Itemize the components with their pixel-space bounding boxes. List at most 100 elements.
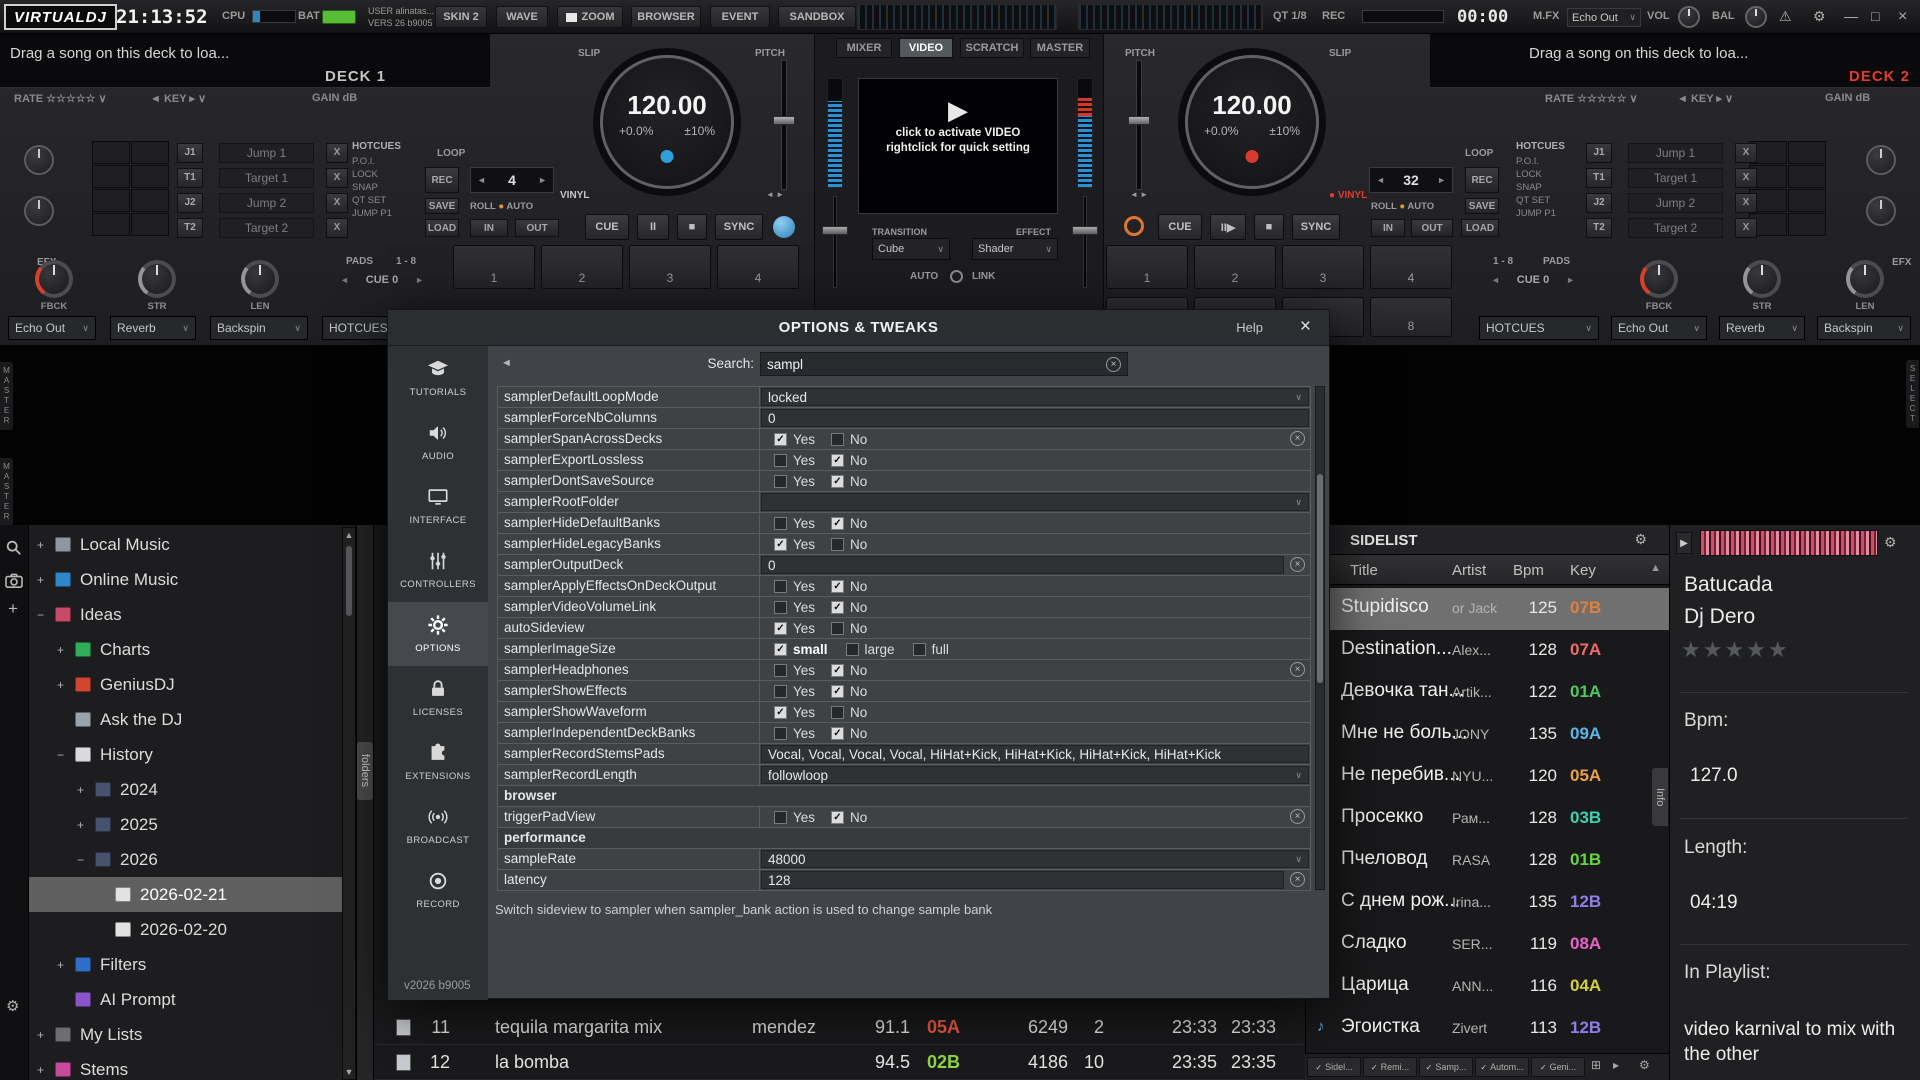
dialog-nav-extensions[interactable]: EXTENSIONS [388, 730, 488, 794]
hotcue-option-snap[interactable]: SNAP [1516, 181, 1580, 194]
playlist-row[interactable]: 12la bomba94.502B41861023:3523:35 [374, 1045, 1305, 1080]
expand-toggle[interactable]: + [37, 573, 51, 587]
add-icon[interactable]: + [8, 599, 18, 619]
checkbox-icon[interactable] [913, 643, 926, 656]
option-dropdown[interactable]: followloop∨ [761, 766, 1309, 784]
checkbox-icon[interactable] [774, 811, 787, 824]
fx-knob-str[interactable] [1743, 260, 1781, 298]
pad-assign-cell[interactable] [1788, 165, 1826, 188]
deck1-filter-knob[interactable] [24, 145, 54, 175]
hotcue-option-jump-p1[interactable]: JUMP P1 [1516, 207, 1580, 220]
tree-item-2024[interactable]: +2024 [29, 772, 356, 807]
tree-item-filters[interactable]: +Filters [29, 947, 356, 982]
maximize-button[interactable]: □ [1871, 8, 1879, 24]
back-arrow-icon[interactable]: ◄ [501, 357, 512, 369]
deck1-pad-page[interactable]: ◄CUE 0► [340, 274, 424, 286]
deck2-pitch-handle[interactable] [1128, 116, 1150, 125]
scroll-up-icon[interactable]: ▲ [343, 530, 355, 540]
no-label[interactable]: No [850, 579, 867, 594]
dialog-nav-audio[interactable]: AUDIO [388, 410, 488, 474]
sidelist-row[interactable]: ♪ЭгоисткаZivert11312B [1305, 1008, 1669, 1050]
fx-slot-select-backspin[interactable]: Backspin∨ [1817, 316, 1911, 340]
option-dropdown[interactable]: locked∨ [761, 388, 1309, 406]
jump-id-button[interactable]: J1 [177, 143, 203, 163]
checkbox-icon[interactable] [774, 664, 787, 677]
master-tab-1[interactable]: MASTER [0, 362, 13, 430]
tree-item-ai-prompt[interactable]: AI Prompt [29, 982, 356, 1017]
deck2-key-control[interactable]: ◄ KEY ▸ ∨ [1677, 92, 1733, 105]
tab-video[interactable]: VIDEO [899, 38, 953, 58]
jump-clear-button[interactable]: X [1735, 193, 1757, 213]
reset-option-icon[interactable]: × [1290, 431, 1305, 446]
jump-id-button[interactable]: J1 [1586, 143, 1612, 163]
fx-knob-str[interactable] [138, 260, 176, 298]
scroll-down-icon[interactable]: ▼ [343, 1067, 355, 1077]
info-tab[interactable]: Info [1652, 768, 1668, 826]
yes-label[interactable]: Yes [793, 684, 825, 699]
pad-assign-cell[interactable] [131, 165, 169, 188]
pad-button-1[interactable]: 1 [1106, 245, 1188, 289]
deck1-pads-range[interactable]: 1 - 8 [396, 256, 416, 267]
no-label[interactable]: No [850, 474, 867, 489]
no-label[interactable]: No [850, 663, 867, 678]
nav-wave[interactable]: WAVE [496, 6, 548, 28]
track-waveform-thumb[interactable] [1700, 530, 1878, 556]
deck2-volume-fader[interactable] [1083, 196, 1087, 288]
waveform-preview-2[interactable] [1078, 4, 1263, 30]
col-artist[interactable]: Artist [1452, 562, 1486, 579]
sidelist-row[interactable]: ЦарицаANN...11604A [1305, 966, 1669, 1008]
pad-assign-cell[interactable] [1788, 213, 1826, 236]
option-small[interactable]: small [793, 642, 828, 657]
fx-knob-fbck[interactable] [35, 260, 73, 298]
pad-assign-cell[interactable] [92, 189, 130, 212]
jump-clear-button[interactable]: X [326, 168, 348, 188]
close-button[interactable]: × [1898, 8, 1907, 26]
master-volume-knob[interactable] [1678, 6, 1700, 28]
tab-master[interactable]: MASTER [1030, 38, 1090, 58]
no-label[interactable]: No [850, 453, 867, 468]
yes-label[interactable]: Yes [793, 621, 825, 636]
jump-clear-button[interactable]: X [1735, 218, 1757, 238]
search-icon[interactable] [5, 539, 23, 560]
option-large[interactable]: large [865, 642, 895, 657]
link-toggle[interactable]: LINK [972, 271, 995, 282]
option-dropdown[interactable]: 48000∨ [761, 850, 1309, 868]
sidelist-row[interactable]: СладкоSER...11908A [1305, 924, 1669, 966]
option-textfield[interactable]: 0 [761, 409, 1309, 427]
search-input[interactable]: sampl × [760, 352, 1128, 376]
pad-button-3[interactable]: 3 [1282, 245, 1364, 289]
sidelist-row[interactable]: Stupidiscoor Jack12507B [1305, 588, 1669, 630]
loop-inc-icon[interactable]: ► [1437, 175, 1446, 185]
deck1-pause-button[interactable]: II [637, 214, 669, 240]
playlist-row[interactable]: 11tequila margarita mixmendez91.105A6249… [374, 1010, 1305, 1045]
tab-mixer[interactable]: MIXER [836, 38, 892, 58]
sidelist-row[interactable]: ПчеловодRASA12801B [1305, 840, 1669, 882]
preview-play-icon[interactable]: ▶ [1676, 532, 1692, 554]
deck2-slip-button[interactable]: SLIP [1329, 48, 1351, 59]
deck2-loop-in[interactable]: IN [1371, 219, 1405, 237]
checkbox-icon[interactable] [774, 727, 787, 740]
footer-tab-samp[interactable]: ✓Samp... [1419, 1057, 1473, 1077]
checkbox-icon[interactable]: ✓ [831, 685, 844, 698]
deck1-pitch-slider[interactable] [781, 60, 787, 190]
jump-id-button[interactable]: T1 [1586, 168, 1612, 188]
tab-scratch[interactable]: SCRATCH [960, 38, 1024, 58]
tree-item-2026-02-21[interactable]: 2026-02-21 [29, 877, 356, 912]
deck2-sync-button[interactable]: SYNC [1292, 214, 1340, 240]
checkbox-icon[interactable]: ✓ [831, 517, 844, 530]
fx-knob-fbck[interactable] [1640, 260, 1678, 298]
deck2-loop-out[interactable]: OUT [1411, 219, 1453, 237]
checkbox-icon[interactable]: ✓ [774, 706, 787, 719]
yes-label[interactable]: Yes [793, 432, 825, 447]
video-preview[interactable]: ▶ click to activate VIDEO rightclick for… [858, 78, 1058, 214]
pad-assign-cell[interactable] [131, 213, 169, 236]
pad-button-8[interactable]: 8 [1370, 297, 1452, 337]
hotcue-option-lock[interactable]: LOCK [1516, 168, 1580, 181]
checkbox-icon[interactable] [774, 601, 787, 614]
yes-label[interactable]: Yes [793, 810, 825, 825]
deck1-loop-rec[interactable]: REC [425, 167, 459, 193]
deck2-loop-size[interactable]: ◄ 32 ► [1369, 167, 1453, 193]
option-textfield[interactable]: 0 [761, 556, 1284, 574]
checkbox-icon[interactable] [774, 475, 787, 488]
pad-button-4[interactable]: 4 [1370, 245, 1452, 289]
